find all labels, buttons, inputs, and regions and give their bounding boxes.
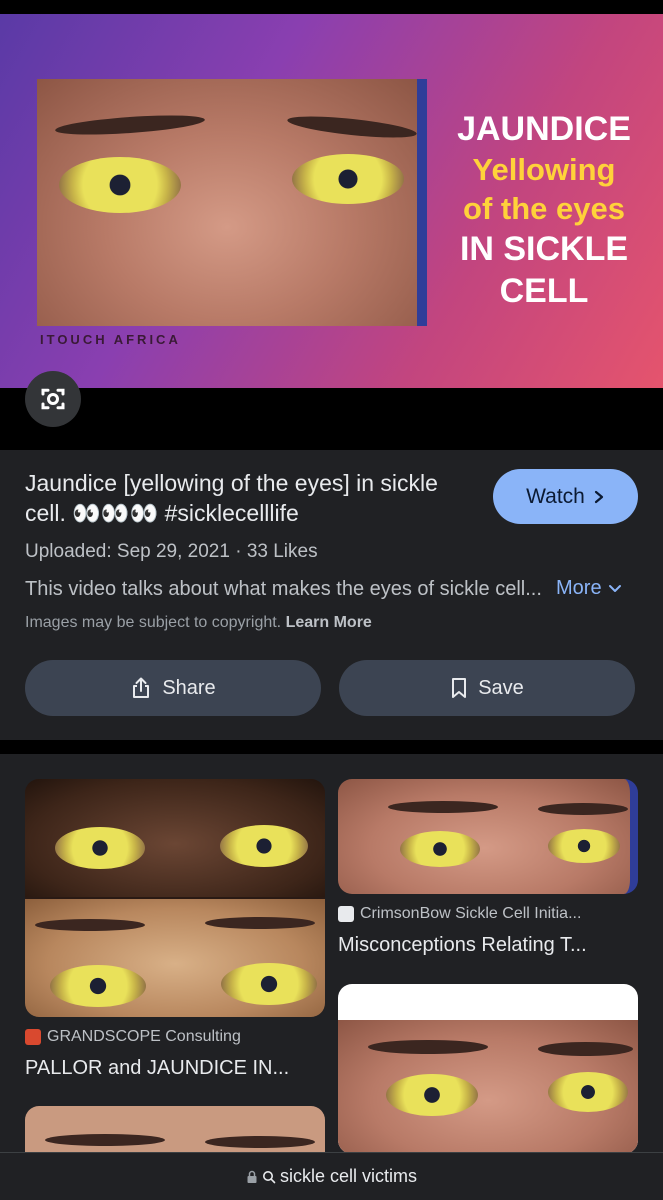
more-button[interactable]: More	[556, 577, 622, 600]
chevron-down-icon	[608, 584, 621, 592]
eyebrow	[205, 1136, 315, 1148]
hero-credit: ITOUCH AFRICA	[40, 332, 181, 347]
result-source[interactable]: CrimsonBow Sickle Cell Initia...	[338, 905, 581, 923]
result-image[interactable]	[25, 779, 325, 1017]
share-button[interactable]: Share	[25, 660, 321, 716]
result-image[interactable]	[338, 984, 638, 1154]
watch-label: Watch	[526, 484, 585, 508]
eye	[221, 963, 317, 1005]
copyright-text: Images may be subject to copyright.	[25, 614, 282, 631]
eyebrow	[205, 917, 315, 929]
save-button[interactable]: Save	[339, 660, 635, 716]
eye	[548, 1072, 628, 1112]
hero-photo	[37, 79, 427, 326]
lens-button[interactable]	[25, 371, 81, 427]
lock-icon	[247, 1170, 257, 1183]
result-photo-bottom	[25, 899, 325, 1017]
copyright-notice: Images may be subject to copyright. Lear…	[25, 614, 372, 632]
source-favicon-icon	[338, 906, 354, 922]
eyebrow	[388, 801, 498, 813]
hero-headline-line: IN SICKLE	[459, 230, 629, 268]
search-query: sickle cell victims	[279, 1166, 417, 1186]
eyebrow	[538, 803, 628, 815]
hero-thumbnail[interactable]: ITOUCH AFRICA JAUNDICE Yellowing of the …	[0, 14, 663, 388]
result-info-panel: Jaundice [yellowing of the eyes] in sick…	[0, 450, 663, 740]
related-results-grid: GRANDSCOPE Consulting PALLOR and JAUNDIC…	[0, 754, 663, 1200]
video-description: This video talks about what makes the ey…	[25, 578, 542, 600]
result-title[interactable]: PALLOR and JAUNDICE IN...	[25, 1057, 289, 1080]
chevron-right-icon	[594, 490, 603, 503]
eye	[548, 829, 620, 863]
learn-more-link[interactable]: Learn More	[286, 614, 372, 631]
bookmark-icon	[452, 678, 467, 698]
page: ITOUCH AFRICA JAUNDICE Yellowing of the …	[0, 0, 663, 1200]
eye	[400, 831, 480, 867]
left-eye	[59, 157, 181, 213]
share-label: Share	[162, 676, 216, 699]
camera-lens-icon	[41, 388, 65, 410]
hero-headline: JAUNDICE Yellowing of the eyes IN SICKLE…	[428, 112, 660, 316]
result-title[interactable]: Misconceptions Relating T...	[338, 934, 587, 957]
hero-headline-line: JAUNDICE	[457, 110, 631, 148]
right-eyebrow	[286, 112, 417, 142]
eye	[55, 827, 145, 869]
eyebrow	[35, 919, 145, 931]
result-source-name: CrimsonBow Sickle Cell Initia...	[360, 905, 582, 922]
eyebrow	[538, 1042, 633, 1056]
source-favicon-icon	[25, 1029, 41, 1045]
eyebrow	[368, 1040, 488, 1054]
eyebrow	[45, 1134, 165, 1146]
result-source[interactable]: GRANDSCOPE Consulting	[25, 1028, 241, 1046]
eye	[220, 825, 308, 867]
watch-button[interactable]: Watch	[493, 469, 638, 524]
save-label: Save	[478, 676, 524, 699]
eye	[50, 965, 146, 1007]
more-label: More	[556, 577, 602, 599]
upload-meta: Uploaded: Sep 29, 2021 · 33 Likes	[25, 541, 318, 562]
share-icon	[133, 677, 150, 698]
bottom-search-bar[interactable]: sickle cell victims	[0, 1152, 663, 1200]
hero-headline-line: Yellowing	[472, 152, 616, 187]
video-title[interactable]: Jaundice [yellowing of the eyes] in sick…	[25, 468, 465, 528]
eye	[386, 1074, 478, 1116]
hero-headline-line: of the eyes	[463, 191, 625, 226]
search-icon	[262, 1170, 276, 1183]
result-photo-top	[25, 779, 325, 897]
hero-headline-line: CELL	[499, 272, 589, 310]
result-image[interactable]	[338, 779, 638, 894]
right-eye	[292, 154, 404, 204]
left-eyebrow	[54, 111, 206, 139]
result-photo	[338, 1020, 638, 1154]
result-source-name: GRANDSCOPE Consulting	[47, 1028, 241, 1045]
